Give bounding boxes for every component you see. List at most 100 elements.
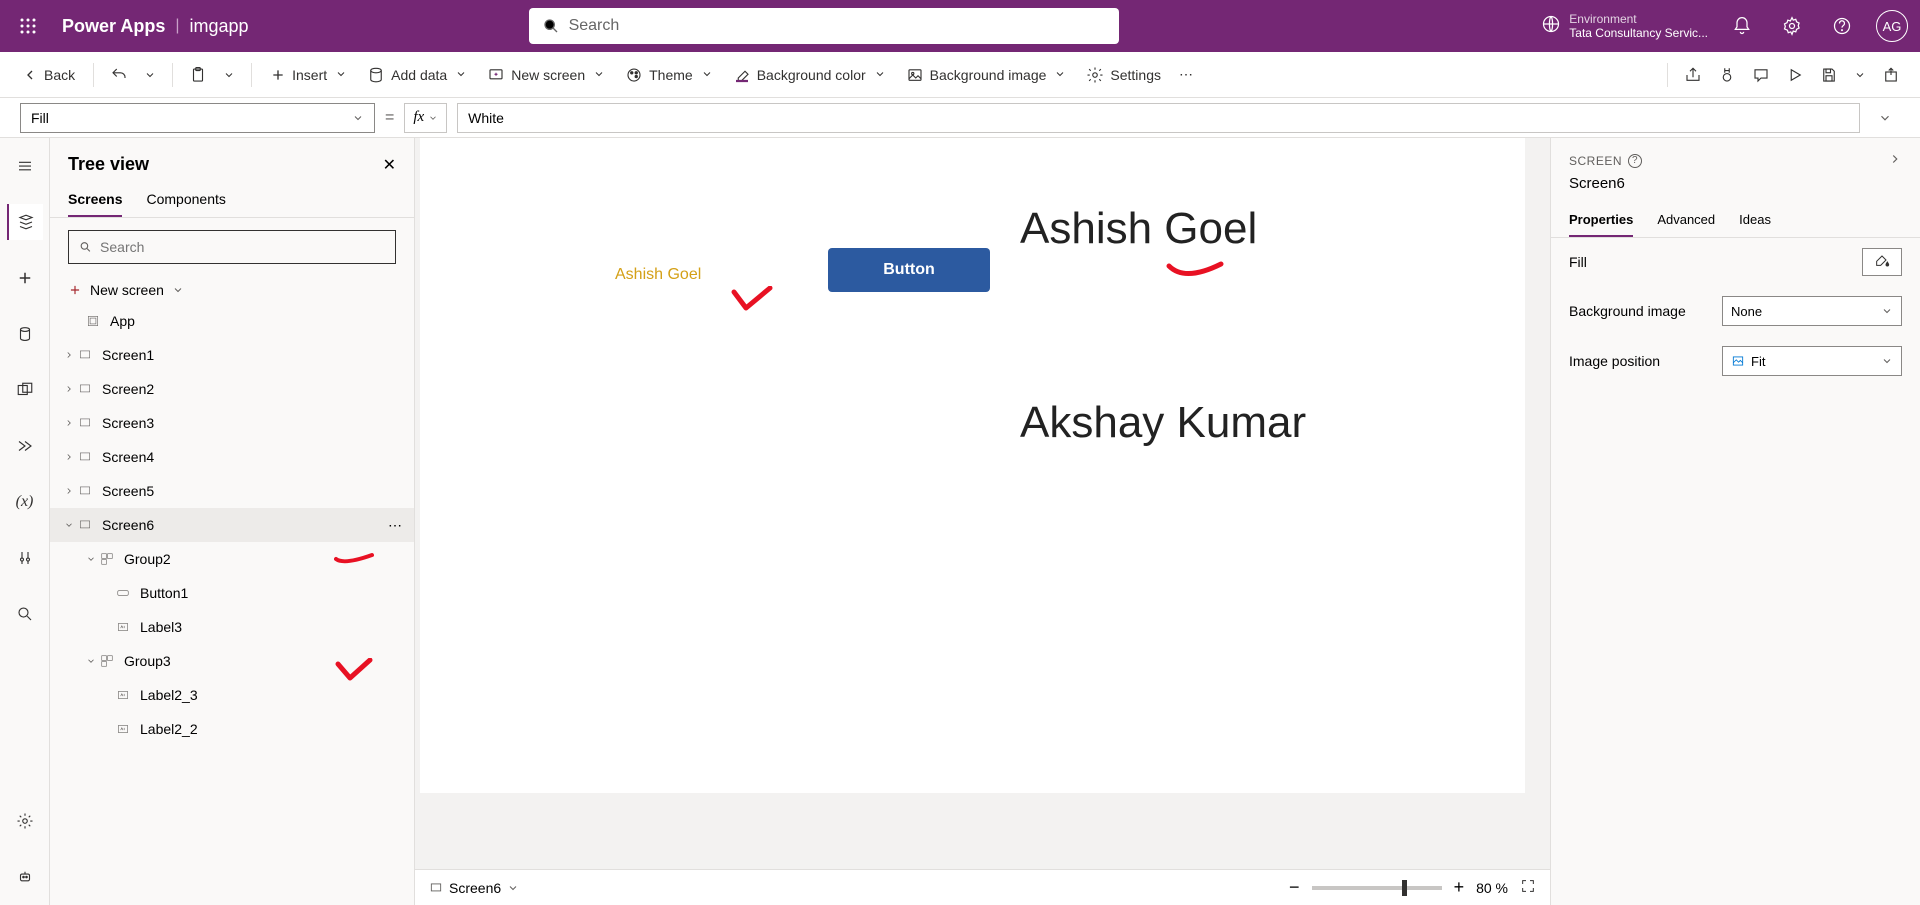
app-header: Power Apps | imgapp Search Environment T… — [0, 0, 1920, 52]
paste-button[interactable] — [183, 60, 213, 90]
tree-node-screen5[interactable]: Screen5 — [50, 474, 414, 508]
global-search[interactable]: Search — [529, 8, 1119, 44]
save-split-chevron[interactable] — [1848, 63, 1872, 87]
rail-advanced-tools[interactable] — [7, 540, 43, 576]
new-screen-link[interactable]: New screen — [50, 276, 414, 304]
notifications-icon[interactable] — [1726, 10, 1758, 42]
app-icon — [84, 312, 102, 330]
screen-icon — [76, 516, 94, 534]
preview-button[interactable] — [1780, 60, 1810, 90]
bg-image-button[interactable]: Background image — [898, 60, 1075, 90]
bg-color-button[interactable]: Background color — [725, 60, 894, 90]
rail-media[interactable] — [7, 372, 43, 408]
new-screen-button[interactable]: New screen — [479, 60, 613, 90]
label-control-icon — [114, 720, 132, 738]
zoom-value: 80 % — [1476, 880, 1508, 896]
environment-icon — [1541, 14, 1561, 39]
paste-split-chevron[interactable] — [217, 63, 241, 87]
screen-icon — [76, 448, 94, 466]
tree-node-screen6[interactable]: Screen6 ⋯ — [50, 508, 414, 542]
formula-input[interactable] — [457, 103, 1860, 133]
label-control-icon — [114, 686, 132, 704]
insert-button[interactable]: Insert — [262, 61, 355, 89]
fill-color-picker[interactable] — [1862, 248, 1902, 276]
rail-tree-view[interactable] — [7, 204, 43, 240]
rail-power-automate[interactable] — [7, 428, 43, 464]
property-selector[interactable]: Fill — [20, 103, 375, 133]
tree-node-screen4[interactable]: Screen4 — [50, 440, 414, 474]
theme-button[interactable]: Theme — [617, 60, 721, 90]
rail-insert[interactable] — [7, 260, 43, 296]
tree-node-label2-3[interactable]: Label2_3 — [50, 678, 414, 712]
user-avatar[interactable]: AG — [1876, 10, 1908, 42]
tab-properties[interactable]: Properties — [1569, 204, 1633, 237]
tab-advanced[interactable]: Advanced — [1657, 204, 1715, 237]
rail-settings[interactable] — [7, 803, 43, 839]
help-icon[interactable] — [1826, 10, 1858, 42]
comments-button[interactable] — [1746, 60, 1776, 90]
screen-icon — [76, 346, 94, 364]
imgpos-dropdown[interactable]: Fit — [1722, 346, 1902, 376]
prop-imgpos-label: Image position — [1569, 353, 1660, 369]
waffle-icon[interactable] — [12, 10, 44, 42]
tab-ideas[interactable]: Ideas — [1739, 204, 1771, 237]
formula-bar: Fill = fx — [0, 98, 1920, 138]
canvas-control-label3[interactable]: Ashish Goel — [615, 266, 701, 284]
settings-button[interactable]: Settings — [1078, 60, 1169, 90]
close-tree-icon[interactable]: ✕ — [383, 155, 396, 175]
rail-data[interactable] — [7, 316, 43, 352]
tree-node-label2-2[interactable]: Label2_2 — [50, 712, 414, 746]
tree-search[interactable] — [68, 230, 396, 264]
equals-sign: = — [385, 109, 394, 127]
rail-variables[interactable]: (x) — [7, 484, 43, 520]
settings-icon[interactable] — [1776, 10, 1808, 42]
zoom-slider[interactable] — [1312, 886, 1442, 890]
expand-formula-bar[interactable] — [1870, 111, 1900, 125]
rail-ask-virtual-agent[interactable] — [7, 859, 43, 895]
rail-search[interactable] — [7, 596, 43, 632]
publish-button[interactable] — [1876, 60, 1906, 90]
tree-node-screen1[interactable]: Screen1 — [50, 338, 414, 372]
brand-label[interactable]: Power Apps — [62, 16, 165, 37]
selected-element-name: Screen6 — [1551, 175, 1920, 204]
app-name: imgapp — [190, 16, 249, 37]
tab-screens[interactable]: Screens — [68, 183, 122, 217]
tree-node-button1[interactable]: Button1 — [50, 576, 414, 610]
overflow-button[interactable]: ⋯ — [1173, 60, 1199, 89]
fit-to-window-icon[interactable] — [1520, 878, 1536, 897]
environment-picker[interactable]: Environment Tata Consultancy Servic... — [1541, 12, 1708, 41]
rail-hamburger[interactable] — [7, 148, 43, 184]
back-button[interactable]: Back — [14, 61, 83, 89]
fx-button[interactable]: fx — [404, 103, 447, 133]
tree-node-screen3[interactable]: Screen3 — [50, 406, 414, 440]
tree-view-panel: Tree view ✕ Screens Components New scree… — [50, 138, 415, 905]
undo-button[interactable] — [104, 60, 134, 90]
tab-components[interactable]: Components — [146, 183, 225, 217]
save-button[interactable] — [1814, 60, 1844, 90]
zoom-in-button[interactable]: + — [1454, 877, 1465, 898]
canvas-area: Ashish Goel Button Ashish Goel Akshay Ku… — [415, 138, 1550, 905]
zoom-out-button[interactable]: − — [1289, 877, 1300, 898]
help-icon[interactable]: ? — [1628, 154, 1642, 168]
canvas-control-button1[interactable]: Button — [828, 248, 990, 292]
share-button[interactable] — [1678, 60, 1708, 90]
design-canvas[interactable]: Ashish Goel Button Ashish Goel Akshay Ku… — [420, 138, 1525, 793]
tree-search-input[interactable] — [100, 239, 385, 255]
tree-node-group2[interactable]: Group2 — [50, 542, 414, 576]
env-value: Tata Consultancy Servic... — [1569, 26, 1708, 40]
canvas-control-label2-3[interactable]: Ashish Goel — [1020, 204, 1257, 254]
canvas-status-bar: Screen6 − + 80 % — [415, 869, 1550, 905]
tree-node-app[interactable]: App — [50, 304, 414, 338]
panel-section-label: SCREEN — [1569, 154, 1622, 168]
add-data-button[interactable]: Add data — [359, 60, 475, 90]
tree-node-group3[interactable]: Group3 — [50, 644, 414, 678]
tree-node-screen2[interactable]: Screen2 — [50, 372, 414, 406]
tree-node-label3[interactable]: Label3 — [50, 610, 414, 644]
expand-panel-icon[interactable] — [1888, 152, 1902, 169]
canvas-control-label2-2[interactable]: Akshay Kumar — [1020, 398, 1306, 448]
app-checker-button[interactable] — [1712, 60, 1742, 90]
undo-split-chevron[interactable] — [138, 63, 162, 87]
node-more-icon[interactable]: ⋯ — [388, 517, 402, 534]
breadcrumb[interactable]: Screen6 — [429, 880, 519, 896]
bgimage-dropdown[interactable]: None — [1722, 296, 1902, 326]
